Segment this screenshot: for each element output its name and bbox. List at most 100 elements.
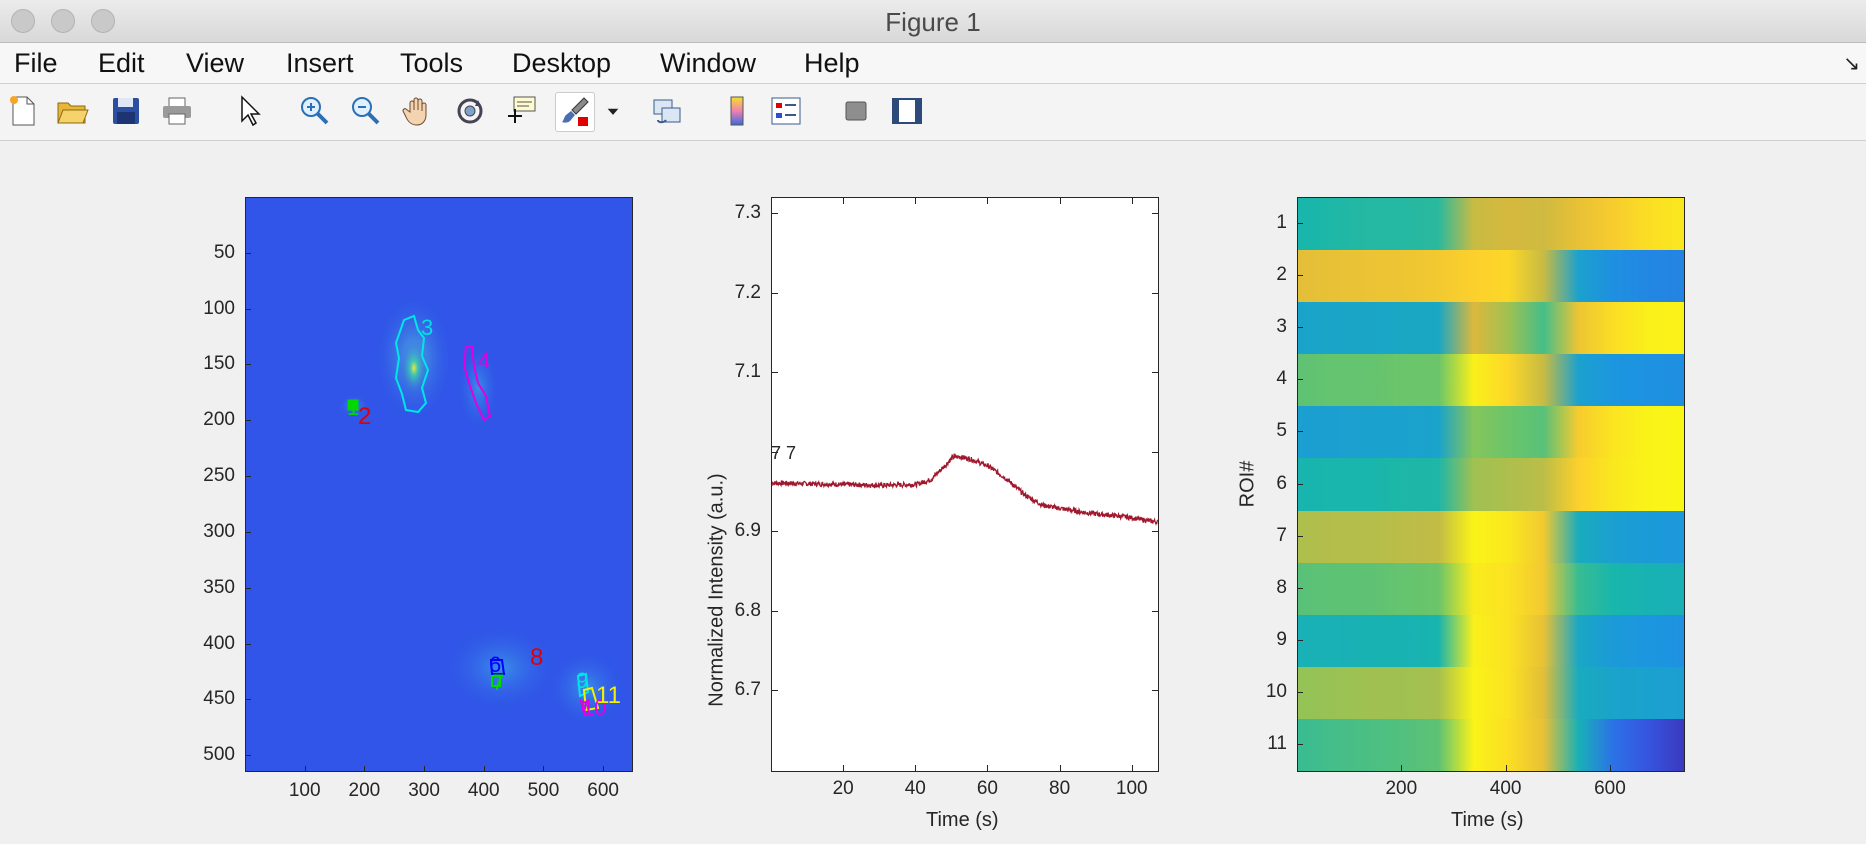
dock-arrow-icon[interactable]: ↘ [1843, 51, 1860, 76]
tick-mark [1505, 765, 1507, 771]
tick-mark [1131, 765, 1133, 771]
tick-mark [1297, 587, 1303, 589]
image-xtick-label: 500 [527, 780, 560, 801]
open-file-icon[interactable] [53, 92, 91, 130]
roi-image-axes[interactable]: 1 2 3 4 6 7 8 9 10 11 [245, 197, 633, 772]
menu-desktop[interactable]: Desktop [512, 48, 611, 79]
heatmap-ytick-label: 10 [1265, 680, 1287, 702]
heatmap-row [1298, 406, 1684, 459]
line-xtick-label: 20 [832, 778, 854, 799]
heatmap-ytick-label: 9 [1276, 628, 1287, 650]
tick-mark [1152, 212, 1158, 214]
tick-mark [1152, 610, 1158, 612]
data-cursor-icon[interactable] [502, 92, 540, 130]
heatmap-row [1298, 302, 1684, 355]
save-icon[interactable] [107, 92, 145, 130]
hide-plot-tools-icon[interactable] [837, 92, 875, 130]
heatmap-row [1298, 250, 1684, 303]
edit-plot-arrow-icon[interactable] [230, 92, 268, 130]
tick-mark [843, 198, 845, 204]
heatmap-xlabel: Time (s) [1451, 809, 1524, 831]
tick-mark [1297, 691, 1303, 693]
tick-mark [1401, 765, 1403, 771]
tick-mark [1297, 535, 1303, 537]
heatmap-row [1298, 718, 1684, 772]
brush-dropdown-icon[interactable] [600, 92, 626, 130]
roi-label: 8 [530, 644, 544, 671]
image-ytick-label: 250 [203, 465, 235, 487]
roi-heatmap-axes[interactable] [1297, 197, 1685, 772]
heatmap-xtick-label: 600 [1594, 778, 1626, 799]
menu-edit[interactable]: Edit [98, 48, 145, 79]
menu-bar: File Edit View Insert Tools Desktop Wind… [0, 43, 1866, 84]
heatmap-row [1298, 458, 1684, 512]
line-ytick-label: 7.2 [734, 281, 761, 303]
image-ytick-label: 500 [203, 744, 235, 766]
tick-mark [1297, 743, 1303, 745]
tick-mark [1297, 483, 1303, 485]
menu-insert[interactable]: Insert [286, 48, 354, 79]
heatmap-ytick-label: 6 [1276, 472, 1287, 494]
tick-mark [543, 766, 545, 772]
insert-legend-icon[interactable] [767, 92, 805, 130]
tick-mark [245, 531, 251, 533]
tick-mark [772, 372, 778, 374]
show-plot-tools-icon[interactable] [888, 92, 926, 130]
heatmap-ytick-label: 4 [1276, 368, 1287, 390]
tick-mark [1297, 275, 1303, 277]
heatmap-xtick-label: 200 [1385, 778, 1418, 799]
roi-label: 9 [576, 668, 589, 693]
image-ytick-label: 450 [203, 688, 235, 710]
tick-mark [1297, 223, 1303, 225]
menu-tools[interactable]: Tools [400, 48, 463, 79]
link-plot-icon[interactable] [648, 92, 686, 130]
menu-help[interactable]: Help [804, 48, 860, 79]
image-ytick-label: 200 [203, 409, 235, 431]
line-ylabel: Normalized Intensity (a.u.) [705, 473, 728, 707]
image-xtick-label: 300 [408, 780, 440, 801]
tick-mark [987, 198, 989, 204]
insert-colorbar-icon[interactable] [718, 92, 756, 130]
menu-window[interactable]: Window [660, 48, 756, 79]
roi-label: 7 [492, 670, 505, 695]
tick-mark [424, 766, 426, 772]
tick-mark [1152, 292, 1158, 294]
tick-mark [1297, 327, 1303, 329]
image-ytick-label: 300 [203, 520, 235, 542]
tick-mark [245, 755, 251, 757]
tick-mark [245, 252, 251, 254]
brush-icon[interactable] [555, 92, 595, 132]
rotate-3d-icon[interactable] [451, 92, 489, 130]
tick-mark [483, 766, 485, 772]
line-xlabel: Time (s) [926, 809, 999, 831]
pan-hand-icon[interactable] [399, 92, 437, 130]
tick-mark [1059, 198, 1061, 204]
tick-mark [772, 292, 778, 294]
line-xtick-label: 60 [976, 778, 999, 799]
tick-mark [603, 766, 605, 772]
tick-mark [304, 766, 306, 772]
tick-mark [245, 643, 251, 645]
tick-mark [772, 212, 778, 214]
menu-view[interactable]: View [186, 48, 244, 79]
zoom-out-icon[interactable] [346, 92, 384, 130]
image-xtick-label: 200 [348, 780, 381, 801]
title-bar: Figure 1 [0, 0, 1866, 43]
print-icon[interactable] [158, 92, 196, 130]
line-xtick-label: 40 [904, 778, 926, 799]
line-ytick-label: 7.1 [734, 361, 761, 383]
line-xtick-label: 80 [1049, 778, 1071, 799]
heatmap-ytick-label: 7 [1276, 524, 1287, 546]
tick-mark [843, 765, 845, 771]
image-ytick-label: 150 [203, 353, 235, 375]
intensity-line-axes[interactable]: 7 7 [771, 197, 1159, 772]
tick-mark [1152, 451, 1158, 453]
new-figure-icon[interactable] [4, 92, 42, 130]
zoom-in-icon[interactable] [295, 92, 333, 130]
figure-toolbar [0, 84, 1866, 141]
menu-file[interactable]: File [14, 48, 58, 79]
tick-mark [364, 766, 366, 772]
tick-mark [1297, 379, 1303, 381]
heatmap-xtick-label: 400 [1489, 778, 1522, 799]
tick-mark [245, 699, 251, 701]
